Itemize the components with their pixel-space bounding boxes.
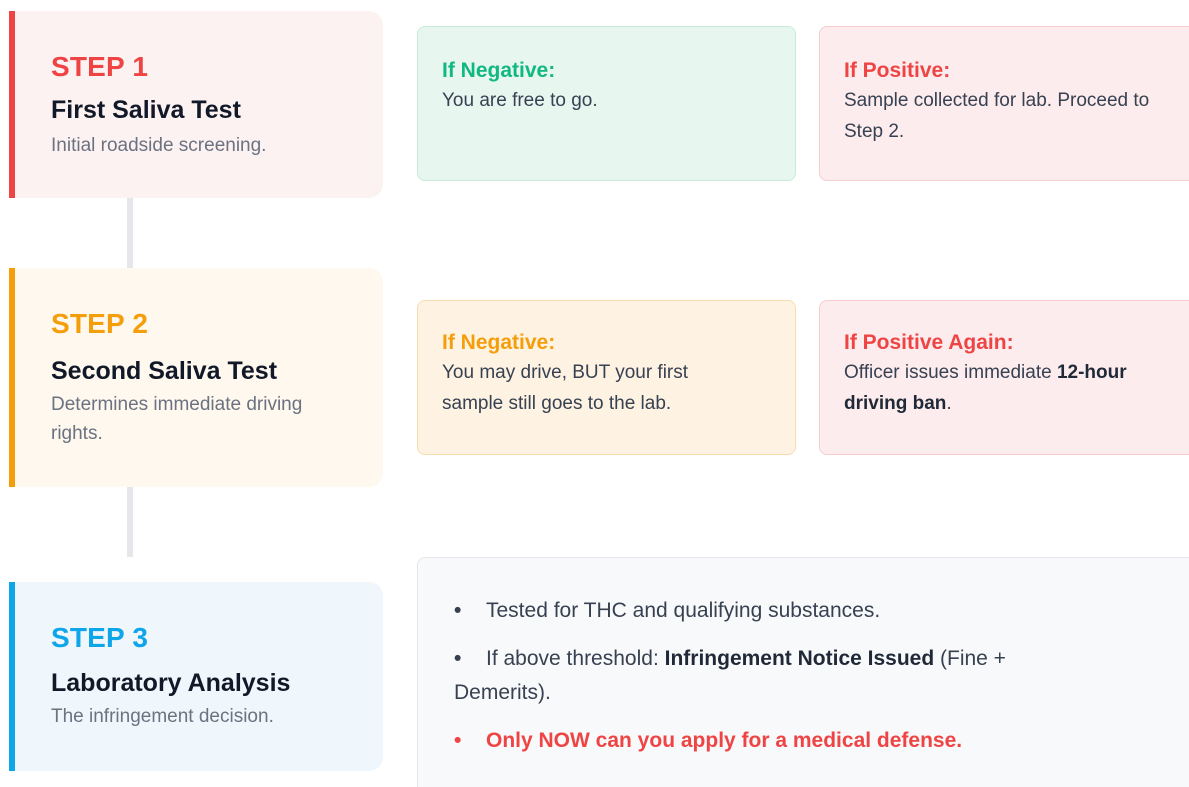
step-2-negative-body: You may drive, BUT your first sample sti…	[442, 362, 689, 414]
step-1-negative-outcome: If Negative: You are free to go.	[417, 26, 796, 181]
lab-item-medical-defense-text: Only NOW can you apply for a medical def…	[486, 729, 963, 752]
lab-item-threshold: • If above threshold: Infringement Notice…	[454, 642, 1094, 710]
step-1-positive-body: Sample collected for lab. Proceed to Ste…	[844, 90, 1150, 142]
lab-results-list: • Tested for THC and qualifying substance…	[454, 594, 1174, 772]
lab-item-tested-text: Tested for THC and qualifying substances…	[486, 599, 881, 622]
bullet-icon: •	[454, 729, 462, 752]
step-2-card: STEP 2 Second Saliva Test Determines imm…	[9, 268, 383, 487]
step-1-title: First Saliva Test	[51, 96, 241, 124]
step-1-number: STEP 1	[51, 51, 149, 82]
connector-step1-step2	[127, 198, 133, 268]
bullet-icon: •	[454, 647, 462, 670]
step-2-positive-outcome: If Positive Again: Officer issues immedi…	[819, 300, 1189, 455]
step-2-negative-heading: If Negative:	[442, 331, 556, 354]
bullet-icon: •	[454, 599, 462, 622]
step-1-card: STEP 1 First Saliva Test Initial roadsid…	[9, 11, 383, 198]
step-1-negative-heading: If Negative:	[442, 59, 556, 82]
step-3-description: The infringement decision.	[51, 706, 274, 727]
lab-results-box: • Tested for THC and qualifying substance…	[417, 557, 1189, 787]
step-3-card: STEP 3 Laboratory Analysis The infringem…	[9, 582, 383, 771]
step-1-positive-outcome: If Positive: Sample collected for lab. P…	[819, 26, 1189, 181]
step-2-negative-outcome: If Negative: You may drive, BUT your fir…	[417, 300, 796, 455]
connector-step2-step3	[127, 487, 133, 557]
step-2-positive-body-end: .	[946, 393, 952, 414]
step-2-positive-body-text: Officer issues immediate	[844, 362, 1057, 383]
step-2-number: STEP 2	[51, 308, 149, 339]
step-1-positive-heading: If Positive:	[844, 59, 951, 82]
step-2-description: Determines immediate driving rights.	[51, 394, 303, 444]
flow-diagram: STEP 1 First Saliva Test Initial roadsid…	[0, 0, 1189, 787]
step-1-description: Initial roadside screening.	[51, 135, 267, 156]
lab-item-threshold-text: If above threshold:	[486, 647, 665, 670]
step-2-positive-body: Officer issues immediate 12-hour driving…	[844, 357, 1184, 419]
step-3-number: STEP 3	[51, 622, 149, 653]
step-2-title: Second Saliva Test	[51, 357, 278, 385]
step-2-positive-heading: If Positive Again:	[844, 331, 1014, 354]
infringement-notice-emphasis: Infringement Notice Issued	[664, 647, 935, 670]
lab-item-medical-defense: • Only NOW can you apply for a medical de…	[454, 724, 1174, 758]
step-1-negative-body: You are free to go.	[442, 90, 598, 111]
lab-item-tested: • Tested for THC and qualifying substance…	[454, 594, 1174, 628]
step-3-title: Laboratory Analysis	[51, 669, 291, 697]
